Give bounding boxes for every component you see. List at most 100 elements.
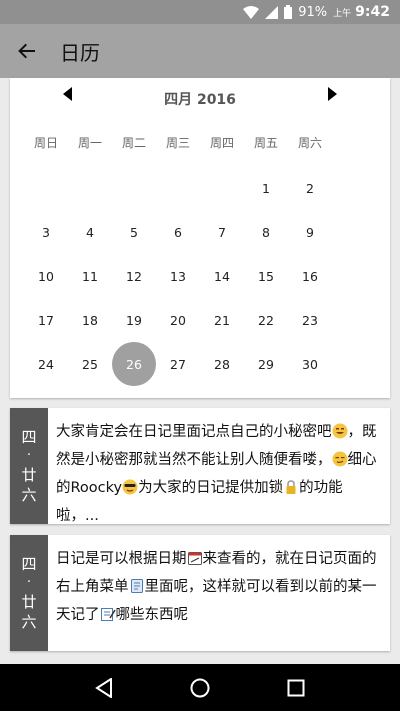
diary-entry[interactable]: 四 · 廿 六 日记是可以根据日期 来查看的，就在日记页面的右上角菜单 里面呢，这样… — [10, 535, 390, 651]
back-arrow-icon — [18, 43, 35, 59]
weekday-label: 周二 — [121, 136, 146, 150]
entry-weekday: 四 — [21, 554, 37, 573]
day-number: 22 — [258, 312, 274, 328]
day-cell[interactable]: 18 — [68, 298, 112, 342]
day-cell[interactable]: 10 — [24, 254, 68, 298]
day-number: 12 — [126, 268, 142, 284]
entry-lunar-char: 廿 — [21, 465, 37, 484]
day-cell[interactable]: 19 — [112, 298, 156, 342]
day-number: 30 — [302, 356, 318, 372]
month-label: 四月 2016 — [164, 92, 236, 108]
day-cell[interactable]: 3 — [24, 210, 68, 254]
day-number: 1 — [262, 180, 270, 196]
entry-date-dot: · — [26, 575, 32, 591]
day-cell[interactable]: 29 — [244, 342, 288, 386]
entry-text-part: 哪些东西呢 — [115, 607, 189, 623]
day-grid: 1 2 3 4 5 6 7 8 9 10 11 12 13 14 15 16 17 18 19 20 21 22 23 24 2… — [24, 166, 376, 386]
next-month-button[interactable] — [320, 82, 344, 106]
day-blank — [24, 166, 68, 210]
day-cell[interactable]: 4 — [68, 210, 112, 254]
nav-home-button[interactable] — [186, 674, 214, 702]
page-title: 日历 — [60, 40, 100, 65]
day-number: 16 — [302, 268, 318, 284]
day-cell[interactable]: 14 — [200, 254, 244, 298]
day-cell[interactable]: 25 — [68, 342, 112, 386]
day-number: 10 — [38, 268, 54, 284]
day-cell[interactable]: 28 — [200, 342, 244, 386]
entry-date-bar: 四 · 廿 六 — [10, 535, 48, 651]
entry-text: 大家肯定会在日记里面记点自己的小秘密吧 ，既然是小秘密那就当然不能让别人随便看喽，… — [48, 408, 390, 524]
day-cell[interactable]: 15 — [244, 254, 288, 298]
entry-lunar-char: 六 — [21, 612, 37, 631]
day-cell[interactable]: 27 — [156, 342, 200, 386]
day-blank — [112, 166, 156, 210]
day-cell[interactable]: 17 — [24, 298, 68, 342]
day-cell[interactable]: 16 — [288, 254, 332, 298]
day-number: 26 — [112, 342, 156, 386]
day-number: 21 — [214, 312, 230, 328]
nav-back-icon — [95, 677, 112, 698]
day-blank — [156, 166, 200, 210]
day-number: 23 — [302, 312, 318, 328]
weekday-label: 周四 — [209, 136, 234, 150]
day-blank — [200, 166, 244, 210]
entry-weekday: 四 — [21, 427, 37, 446]
day-number: 2 — [306, 180, 314, 196]
day-number: 11 — [82, 268, 98, 284]
nav-recents-button[interactable] — [282, 674, 310, 702]
wifi-icon — [243, 5, 260, 19]
system-navigation-bar — [0, 664, 400, 711]
weekday-label: 周三 — [165, 136, 190, 150]
entry-text-part: 大家肯定会在日记里面记点自己的小秘密吧 — [56, 424, 332, 440]
day-number: 28 — [214, 356, 230, 372]
day-number: 8 — [262, 224, 270, 240]
day-cell[interactable]: 1 — [244, 166, 288, 210]
entry-lunar-char: 六 — [21, 485, 37, 504]
weekday-label: 周六 — [297, 136, 322, 150]
day-cell[interactable]: 20 — [156, 298, 200, 342]
day-number: 13 — [170, 268, 186, 284]
day-number: 20 — [170, 312, 186, 328]
app-toolbar: 日历 — [0, 24, 400, 78]
weekday-row: 周日 周一 周二 周三 周四 周五 周六 — [24, 134, 376, 151]
smirk-emoji-icon — [332, 451, 347, 467]
day-cell[interactable]: 6 — [156, 210, 200, 254]
day-number: 19 — [126, 312, 142, 328]
day-cell[interactable]: 22 — [244, 298, 288, 342]
diary-entry[interactable]: 四 · 廿 六 大家肯定会在日记里面记点自己的小秘密吧 ，既然是小秘密那就当然不能… — [10, 408, 390, 524]
weekday-label: 周五 — [253, 136, 278, 150]
day-cell[interactable]: 30 — [288, 342, 332, 386]
notepad-emoji-icon — [130, 579, 143, 593]
day-cell[interactable]: 2 — [288, 166, 332, 210]
day-cell[interactable]: 12 — [112, 254, 156, 298]
day-number: 5 — [130, 224, 138, 240]
nav-back-button[interactable] — [90, 674, 118, 702]
day-cell[interactable]: 13 — [156, 254, 200, 298]
calendar-card: 四月 2016 周日 周一 周二 周三 周四 周五 周六 1 2 3 4 5 6 7 8 9 10 11 12 13… — [10, 78, 390, 398]
day-number: 14 — [214, 268, 230, 284]
memo-emoji-icon — [100, 608, 116, 621]
day-cell[interactable]: 11 — [68, 254, 112, 298]
day-blank — [68, 166, 112, 210]
day-number: 6 — [174, 224, 182, 240]
day-cell[interactable]: 21 — [200, 298, 244, 342]
day-cell[interactable]: 5 — [112, 210, 156, 254]
status-bar: 91% 上午 9:42 — [0, 0, 400, 24]
day-cell-selected[interactable]: 26 — [112, 342, 156, 386]
day-number: 17 — [38, 312, 54, 328]
lock-icon — [286, 480, 296, 494]
day-cell[interactable]: 9 — [288, 210, 332, 254]
nav-recents-icon — [287, 679, 305, 696]
nav-home-icon — [190, 678, 210, 697]
day-cell[interactable]: 23 — [288, 298, 332, 342]
day-cell[interactable]: 7 — [200, 210, 244, 254]
day-cell[interactable]: 8 — [244, 210, 288, 254]
entry-lunar-char: 廿 — [21, 592, 37, 611]
day-number: 18 — [82, 312, 98, 328]
day-number: 7 — [218, 224, 226, 240]
day-number: 9 — [306, 224, 314, 240]
day-cell[interactable]: 24 — [24, 342, 68, 386]
back-button[interactable] — [0, 24, 54, 78]
day-number: 29 — [258, 356, 274, 372]
entry-text: 日记是可以根据日期 来查看的，就在日记页面的右上角菜单 里面呢，这样就可以看到以前的… — [48, 535, 390, 651]
